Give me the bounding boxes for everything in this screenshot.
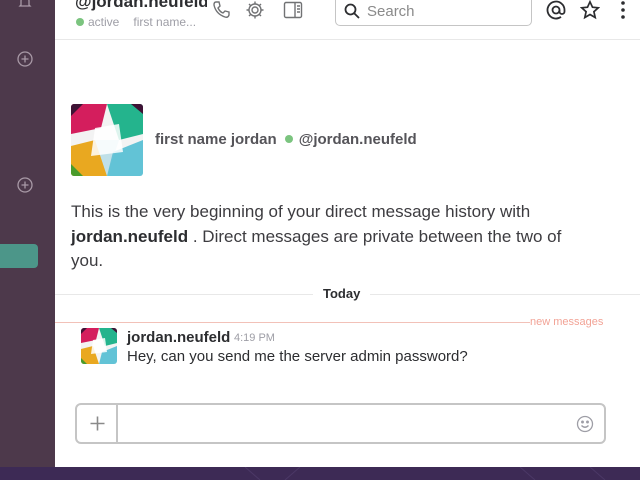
bell-icon[interactable] — [17, 0, 33, 10]
day-divider-label: Today — [313, 286, 371, 301]
mentions-icon[interactable] — [546, 0, 566, 20]
message-username[interactable]: jordan.neufeld — [127, 329, 230, 346]
message-avatar[interactable] — [81, 328, 117, 364]
search-icon — [344, 3, 360, 19]
presence-status: active first name... — [76, 15, 196, 29]
emoji-icon[interactable] — [576, 415, 594, 433]
search-box[interactable]: Search — [335, 0, 532, 26]
message-composer[interactable] — [75, 403, 606, 444]
new-messages-label: new messages — [530, 316, 604, 328]
add-dm-icon[interactable] — [17, 177, 33, 193]
phone-icon[interactable] — [211, 0, 231, 20]
message-timestamp[interactable]: 4:19 PM — [234, 332, 275, 344]
intro-text-user[interactable]: jordan.neufeld — [71, 227, 188, 246]
attach-button[interactable] — [77, 405, 118, 442]
user-handle[interactable]: @jordan.neufeld — [299, 131, 417, 148]
presence-label: active — [88, 15, 120, 29]
intro-text: This is the very beginning of your direc… — [71, 200, 571, 274]
star-icon[interactable] — [580, 0, 600, 20]
bottom-bar — [0, 467, 640, 480]
more-icon[interactable] — [613, 0, 633, 20]
sidebar-item-active[interactable] — [0, 244, 38, 268]
channel-header: @jordan.neufeld active first name... Sear… — [55, 0, 640, 40]
sidebar — [0, 0, 55, 467]
intro-names: first name jordan @jordan.neufeld — [155, 131, 417, 148]
sidebar-toggle-icon[interactable] — [283, 0, 303, 20]
presence-dot — [76, 18, 84, 26]
gear-icon[interactable] — [245, 0, 265, 20]
bottom-bar-pattern — [244, 467, 606, 480]
intro-text-before: This is the very beginning of your direc… — [71, 202, 531, 221]
intro-avatar — [71, 104, 143, 176]
avatar-image — [71, 104, 143, 176]
new-messages-line — [55, 322, 530, 323]
presence-dot — [284, 135, 293, 143]
plus-icon — [90, 416, 105, 431]
full-name-label: first name... — [133, 15, 197, 29]
display-name[interactable]: first name jordan — [155, 131, 277, 148]
main-panel: @jordan.neufeld active first name... Sear… — [55, 0, 640, 467]
search-placeholder: Search — [367, 3, 415, 20]
message-text: Hey, can you send me the server admin pa… — [127, 348, 468, 365]
avatar-image — [81, 328, 117, 364]
add-channel-icon[interactable] — [17, 51, 33, 67]
channel-name[interactable]: @jordan.neufeld — [75, 0, 207, 12]
